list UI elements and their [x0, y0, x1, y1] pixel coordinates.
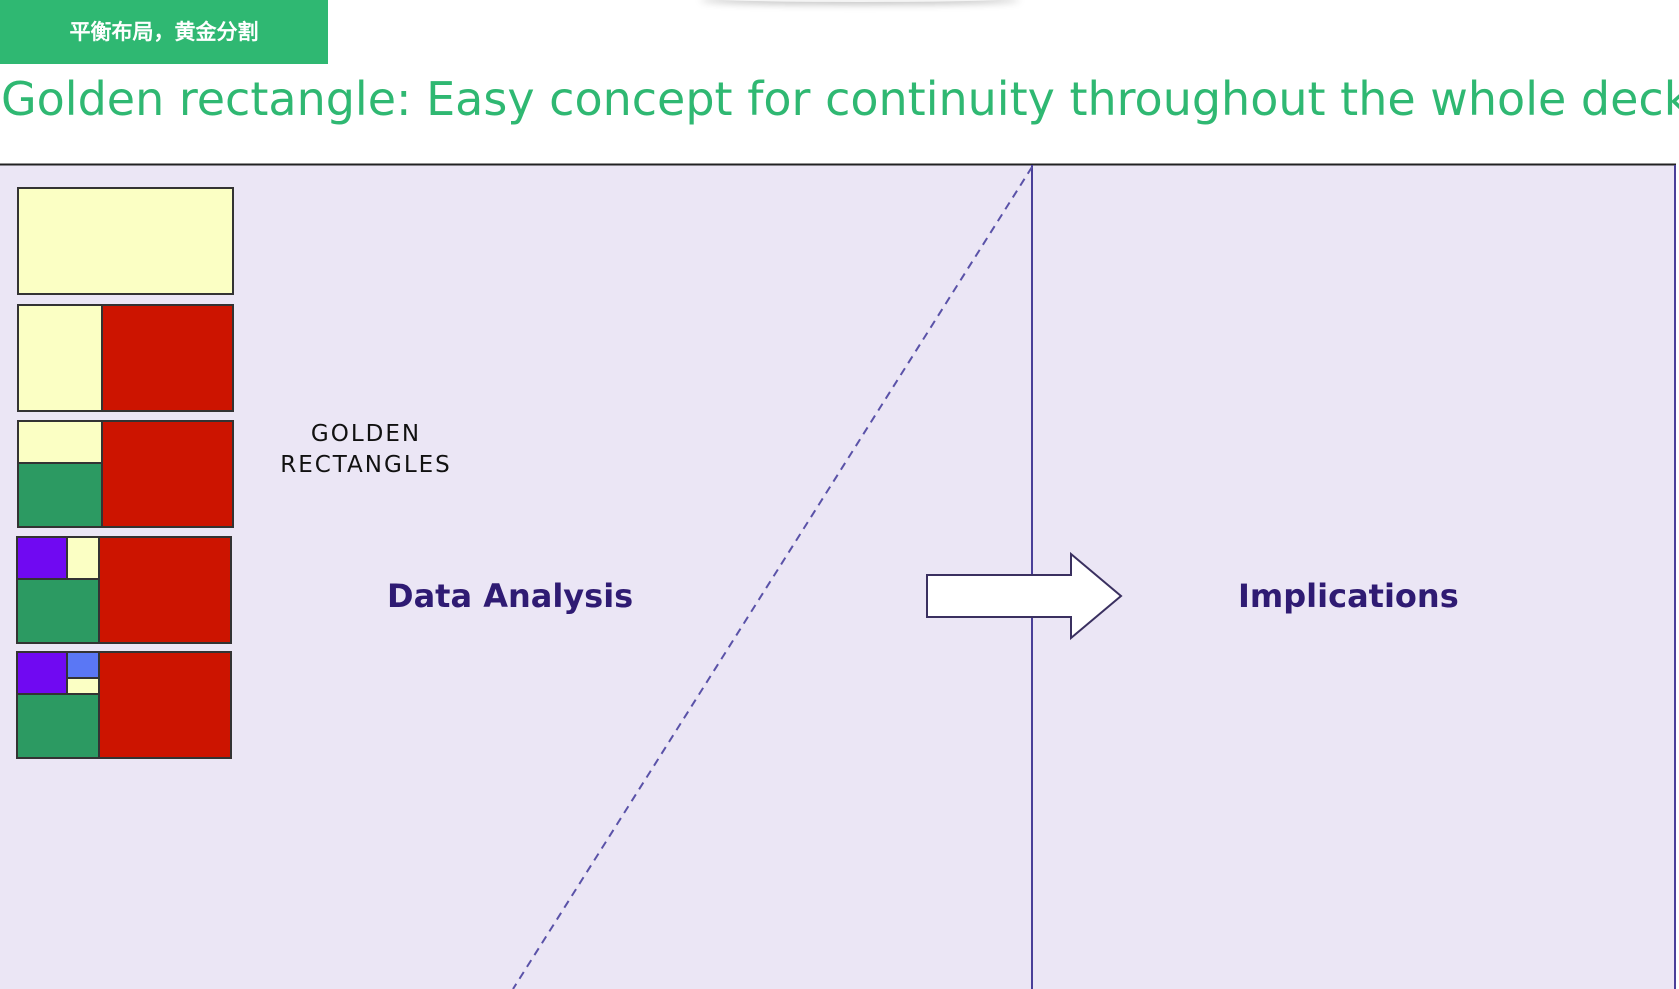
golden-rectangle-4 [16, 536, 232, 644]
data-analysis-label: Data Analysis [387, 577, 634, 615]
section-tag: 平衡布局，黄金分割 [0, 0, 328, 64]
golden-rectangle-5 [16, 651, 232, 759]
slide-title: Golden rectangle: Easy concept for conti… [1, 72, 1679, 126]
golden-rectangle-1 [17, 187, 234, 295]
golden-rectangle-3 [17, 420, 234, 528]
slide-stage: 平衡布局，黄金分割 Golden rectangle: Easy concept… [0, 0, 1679, 989]
golden-label-line2: RECTANGLES [280, 452, 452, 478]
implications-label: Implications [1238, 577, 1459, 615]
top-shadow-decoration [700, 0, 1020, 2]
golden-rectangles-label: GOLDEN RECTANGLES [264, 419, 468, 481]
golden-label-line1: GOLDEN [310, 421, 422, 447]
golden-rectangle-2 [17, 304, 234, 412]
